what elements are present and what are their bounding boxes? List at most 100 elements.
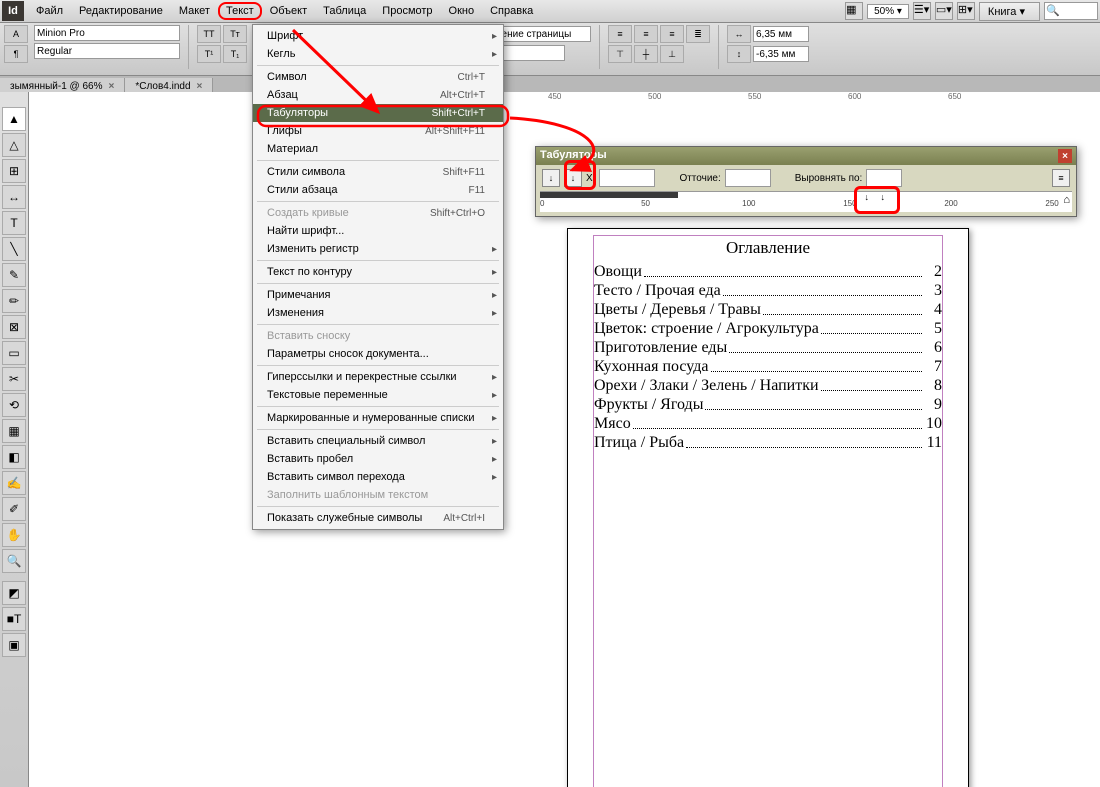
menu-просмотр[interactable]: Просмотр bbox=[374, 2, 440, 20]
sub-icon[interactable]: T₁ bbox=[223, 45, 247, 63]
menu-item[interactable]: Гиперссылки и перекрестные ссылки bbox=[253, 368, 503, 386]
eyedropper-tool[interactable]: ✐ bbox=[2, 497, 26, 521]
menu-окно[interactable]: Окно bbox=[441, 2, 483, 20]
gradient-swatch-tool[interactable]: ▦ bbox=[2, 419, 26, 443]
view-options-button[interactable]: ☰▾ bbox=[913, 2, 931, 20]
menu-текст[interactable]: Текст bbox=[218, 2, 262, 20]
apply-color-tool[interactable]: ■T bbox=[2, 607, 26, 631]
line-tool[interactable]: ╲ bbox=[2, 237, 26, 261]
align-m-icon[interactable]: ┼ bbox=[634, 45, 658, 63]
menu-item[interactable]: СимволCtrl+T bbox=[253, 68, 503, 86]
tab-stop-icon[interactable]: ↓ bbox=[865, 192, 870, 202]
x-input[interactable] bbox=[599, 169, 655, 187]
menu-item[interactable]: Изменить регистр bbox=[253, 240, 503, 258]
align-j-icon[interactable]: ≣ bbox=[686, 25, 710, 43]
arrange-button[interactable]: ⊞▾ bbox=[957, 2, 975, 20]
scissors-tool[interactable]: ✂ bbox=[2, 367, 26, 391]
menu-item[interactable]: Вставить символ перехода bbox=[253, 468, 503, 486]
view-mode-tool[interactable]: ▣ bbox=[2, 633, 26, 657]
page-tool[interactable]: ⊞ bbox=[2, 159, 26, 183]
gap-tool[interactable]: ↔ bbox=[2, 185, 26, 209]
rectangle-tool[interactable]: ▭ bbox=[2, 341, 26, 365]
selection-tool[interactable]: ▲ bbox=[2, 107, 26, 131]
tabs-panel-titlebar[interactable]: Табуляторы × bbox=[536, 147, 1076, 165]
pencil-tool[interactable]: ✏ bbox=[2, 289, 26, 313]
menu-item[interactable]: Материал bbox=[253, 140, 503, 158]
text-menu-dropdown: ШрифтКегль СимволCtrl+TАбзацAlt+Ctrl+TТаб… bbox=[252, 24, 504, 530]
note-tool[interactable]: ✍ bbox=[2, 471, 26, 495]
menu-item[interactable]: Параметры сносок документа... bbox=[253, 345, 503, 363]
menu-item[interactable]: Текст по контуру bbox=[253, 263, 503, 281]
font-style-input[interactable] bbox=[34, 43, 180, 59]
direct-selection-tool[interactable]: △ bbox=[2, 133, 26, 157]
workspace-button[interactable]: ▦ bbox=[845, 2, 863, 20]
text-frame[interactable]: Оглавление Овощи2Тесто / Прочая еда3Цвет… bbox=[593, 235, 943, 787]
align-l-icon[interactable]: ≡ bbox=[608, 25, 632, 43]
w-input[interactable] bbox=[753, 26, 809, 42]
tt-icon[interactable]: TT bbox=[197, 25, 221, 43]
menu-item[interactable]: ТабуляторыShift+Ctrl+T bbox=[253, 104, 503, 122]
menubar: Id ФайлРедактированиеМакетТекстОбъектТаб… bbox=[0, 0, 1100, 23]
menu-item[interactable]: Изменения bbox=[253, 304, 503, 322]
workspace-switcher[interactable]: Книга ▾ bbox=[979, 2, 1040, 21]
para-mode-icon[interactable]: ¶ bbox=[4, 45, 28, 63]
gradient-feather-tool[interactable]: ◧ bbox=[2, 445, 26, 469]
hand-tool[interactable]: ✋ bbox=[2, 523, 26, 547]
screen-mode-button[interactable]: ▭▾ bbox=[935, 2, 953, 20]
h-input[interactable] bbox=[753, 46, 809, 62]
toc-row: Приготовление еды6 bbox=[594, 338, 942, 357]
magnet-icon[interactable]: ⌂ bbox=[1063, 194, 1070, 206]
toc-row: Птица / Рыба11 bbox=[594, 433, 942, 452]
sup-icon[interactable]: T¹ bbox=[197, 45, 221, 63]
zoom-tool[interactable]: 🔍 bbox=[2, 549, 26, 573]
menu-item[interactable]: Шрифт bbox=[253, 27, 503, 45]
panel-menu-button[interactable]: ≡ bbox=[1052, 169, 1070, 187]
menu-таблица[interactable]: Таблица bbox=[315, 2, 374, 20]
menu-item[interactable]: Вставить пробел bbox=[253, 450, 503, 468]
menu-файл[interactable]: Файл bbox=[28, 2, 71, 20]
align-t-icon[interactable]: ⊤ bbox=[608, 45, 632, 63]
menu-item[interactable]: Маркированные и нумерованные списки bbox=[253, 409, 503, 427]
menu-item[interactable]: Стили абзацаF11 bbox=[253, 181, 503, 199]
menu-справка[interactable]: Справка bbox=[482, 2, 541, 20]
close-icon[interactable]: × bbox=[1058, 149, 1072, 163]
menu-item[interactable]: Кегль bbox=[253, 45, 503, 63]
tab-left-button[interactable]: ↓ bbox=[542, 169, 560, 187]
search-input[interactable]: 🔍 bbox=[1044, 2, 1098, 20]
menu-item: Заполнить шаблонным текстом bbox=[253, 486, 503, 504]
align-input[interactable] bbox=[866, 169, 902, 187]
menu-item[interactable]: Найти шрифт... bbox=[253, 222, 503, 240]
menu-item[interactable]: ГлифыAlt+Shift+F11 bbox=[253, 122, 503, 140]
menu-item[interactable]: Показать служебные символыAlt+Ctrl+I bbox=[253, 509, 503, 527]
menu-item[interactable]: Вставить специальный символ bbox=[253, 432, 503, 450]
zoom-dropdown[interactable]: 50% ▾ bbox=[867, 4, 909, 19]
menu-макет[interactable]: Макет bbox=[171, 2, 218, 20]
menu-объект[interactable]: Объект bbox=[262, 2, 315, 20]
menu-item[interactable]: Текстовые переменные bbox=[253, 386, 503, 404]
rectangle-frame-tool[interactable]: ⊠ bbox=[2, 315, 26, 339]
type-tool[interactable]: T bbox=[2, 211, 26, 235]
toc-row: Цветы / Деревья / Травы4 bbox=[594, 300, 942, 319]
leader-input[interactable] bbox=[725, 169, 771, 187]
menu-item[interactable]: Примечания bbox=[253, 286, 503, 304]
tab-stop-icon[interactable]: ↓ bbox=[880, 192, 885, 202]
align-r-icon[interactable]: ≡ bbox=[660, 25, 684, 43]
menu-редактирование[interactable]: Редактирование bbox=[71, 2, 171, 20]
close-icon[interactable]: × bbox=[197, 81, 203, 92]
tt2-icon[interactable]: Tт bbox=[223, 25, 247, 43]
menu-item[interactable]: Стили символаShift+F11 bbox=[253, 163, 503, 181]
toc-title: Оглавление bbox=[594, 238, 942, 258]
toc-row: Кухонная посуда7 bbox=[594, 357, 942, 376]
fill-stroke-tool[interactable]: ◩ bbox=[2, 581, 26, 605]
align-c-icon[interactable]: ≡ bbox=[634, 25, 658, 43]
align-b-icon[interactable]: ⊥ bbox=[660, 45, 684, 63]
char-mode-icon[interactable]: A bbox=[4, 25, 28, 43]
menu-item[interactable]: АбзацAlt+Ctrl+T bbox=[253, 86, 503, 104]
tab-ruler[interactable]: 050100150200250 ↓ ↓ ⌂ bbox=[540, 191, 1072, 212]
toc-row: Овощи2 bbox=[594, 262, 942, 281]
tab-center-button[interactable]: ↓ bbox=[564, 169, 582, 187]
font-family-input[interactable] bbox=[34, 25, 180, 41]
free-transform-tool[interactable]: ⟲ bbox=[2, 393, 26, 417]
close-icon[interactable]: × bbox=[109, 81, 115, 92]
pen-tool[interactable]: ✎ bbox=[2, 263, 26, 287]
